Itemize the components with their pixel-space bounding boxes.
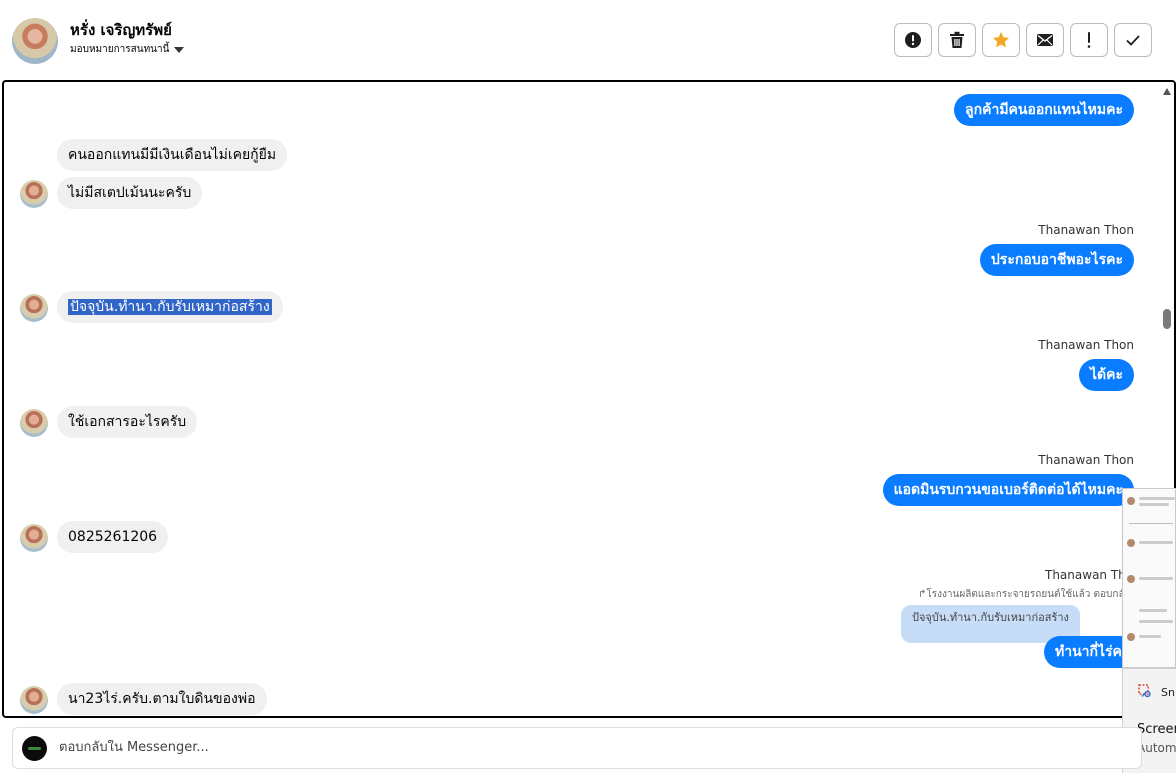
message-incoming[interactable]: ไม่มีสเตปเม้นนะครับ (57, 177, 203, 209)
message-sender: Thanawan Thon (1038, 223, 1134, 237)
snipping-tool-label: Sni (1161, 686, 1176, 699)
caret-down-icon (174, 46, 185, 53)
trash-icon (950, 31, 964, 48)
message-incoming[interactable]: ใช้เอกสารอะไรครับ (57, 406, 198, 438)
contact-avatar-small (20, 686, 48, 714)
message-incoming[interactable]: ปัจจุบัน.ทำนา.กับรับเหมาก่อสร้าง (57, 291, 283, 323)
report-spam-button[interactable] (894, 23, 932, 57)
message-incoming[interactable]: คนออกแทนมีมีเงินเดือนไม่เคยกู้ยืม (57, 139, 288, 171)
conversation-header: หรั่ง เจริญทรัพย์ มอบหมายการสนทนานี้ (0, 0, 1176, 80)
snipping-tool-icon (1138, 684, 1151, 698)
selected-text[interactable]: ปัจจุบัน.ทำนา.กับรับเหมาก่อสร้าง (68, 299, 272, 315)
message-outgoing[interactable]: ได้คะ (1078, 359, 1134, 391)
message-outgoing[interactable]: ลูกค้ามีคนออกแทนไหมคะ (954, 94, 1134, 126)
scroll-up-arrow-icon[interactable] (1163, 88, 1171, 95)
contact-avatar-small (20, 409, 48, 437)
alert-circle-icon (905, 32, 921, 48)
check-icon (1126, 35, 1140, 46)
follow-up-button[interactable] (1070, 23, 1108, 57)
snipping-tool-title: Screen (1137, 722, 1176, 737)
mark-unread-button[interactable] (1026, 23, 1064, 57)
reply-composer (12, 727, 1142, 769)
message-outgoing[interactable]: แอดมินรบกวนขอเบอร์ติดต่อได้ไหมคะ (882, 474, 1134, 506)
assign-label: มอบหมายการสนทนานี้ (70, 44, 170, 55)
star-button[interactable] (982, 23, 1020, 57)
mark-done-button[interactable] (1114, 23, 1152, 57)
message-sender: Thanawan Thon (1038, 338, 1134, 352)
contact-avatar-small (20, 294, 48, 322)
message-outgoing[interactable]: ประกอบอาชีพอะไรคะ (979, 244, 1134, 276)
snipping-tool-preview[interactable] (1122, 488, 1176, 668)
conversation-toolbar (894, 23, 1152, 57)
message-sender: Thanawan Thon (1038, 453, 1134, 467)
exclamation-icon (1087, 32, 1091, 48)
message-sender: Thanawan Tho (1045, 568, 1134, 582)
message-incoming[interactable]: 0825261206 (57, 521, 169, 553)
page-avatar (22, 736, 47, 761)
message-thread[interactable]: ลูกค้ามีคนออกแทนไหมคะ คนออกแทนมีมีเงินเด… (2, 80, 1176, 718)
message-incoming[interactable]: นา23ไร่.ครับ.ตามใบดินของพ่อ (57, 683, 267, 715)
assign-conversation-dropdown[interactable]: มอบหมายการสนทนานี้ (70, 42, 185, 57)
contact-avatar-small (20, 524, 48, 552)
star-icon (993, 32, 1009, 48)
contact-name[interactable]: หรั่ง เจริญทรัพย์ (70, 18, 172, 42)
scroll-thumb[interactable] (1163, 309, 1171, 329)
contact-avatar-small (20, 180, 48, 208)
snipping-tool-subtitle: Autom (1137, 741, 1176, 755)
reply-context: ↱โรงงานผลิตและกระจายรถยนต์ใช้แล้ว ตอบกลั… (918, 589, 1131, 600)
contact-avatar[interactable] (12, 18, 58, 64)
reply-input[interactable] (59, 740, 1119, 755)
envelope-icon (1037, 34, 1053, 46)
delete-button[interactable] (938, 23, 976, 57)
